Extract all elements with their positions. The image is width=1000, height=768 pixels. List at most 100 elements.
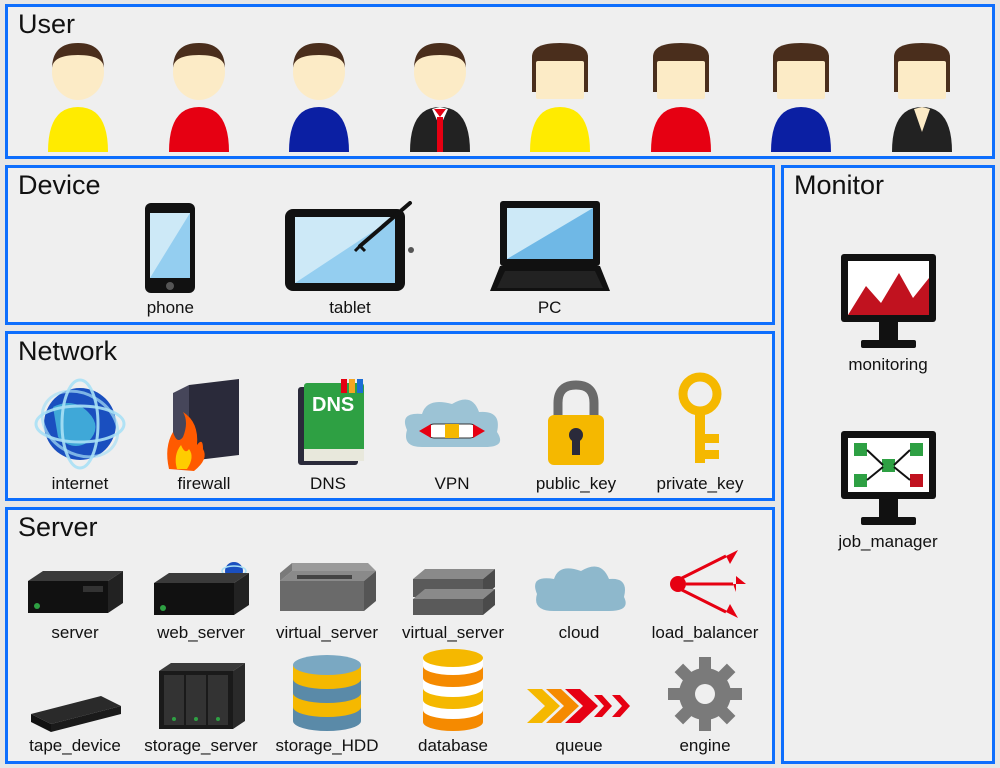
monitor-panel: Monitor monitoring bbox=[781, 165, 995, 764]
server-label: tape_device bbox=[29, 736, 121, 756]
network-public-key: public_key bbox=[521, 377, 631, 494]
server-label: cloud bbox=[559, 623, 600, 643]
network-label: internet bbox=[52, 474, 109, 494]
server-box-icon bbox=[23, 566, 128, 621]
tape-icon bbox=[23, 684, 128, 734]
server-label: storage_server bbox=[144, 736, 257, 756]
person-icon bbox=[872, 37, 972, 152]
monitor-monitoring: monitoring bbox=[831, 248, 946, 375]
user-avatar bbox=[149, 37, 249, 152]
cloud-icon bbox=[529, 561, 629, 621]
user-avatar bbox=[631, 37, 731, 152]
person-icon bbox=[390, 37, 490, 152]
network-vpn: VPN bbox=[397, 392, 507, 494]
user-panel: User bbox=[5, 4, 995, 159]
user-avatar bbox=[872, 37, 972, 152]
user-avatar bbox=[269, 37, 369, 152]
device-label: PC bbox=[538, 298, 562, 318]
job-manager-icon bbox=[831, 425, 946, 530]
device-row: phone tablet bbox=[8, 168, 772, 322]
device-label: phone bbox=[147, 298, 194, 318]
server-title: Server bbox=[18, 512, 98, 543]
network-label: firewall bbox=[178, 474, 231, 494]
server-label: web_server bbox=[157, 623, 245, 643]
virtual-server-icon bbox=[272, 561, 382, 621]
svg-text:DNS: DNS bbox=[312, 394, 354, 416]
network-label: VPN bbox=[435, 474, 470, 494]
device-panel: Device phone bbox=[5, 165, 775, 325]
device-phone: phone bbox=[115, 201, 225, 318]
network-label: private_key bbox=[657, 474, 744, 494]
network-row: internet firewall bbox=[8, 334, 772, 498]
server-server: server bbox=[13, 566, 138, 643]
network-dns: DNS DNS bbox=[273, 377, 383, 494]
key-icon bbox=[660, 372, 740, 472]
network-internet: internet bbox=[25, 377, 135, 494]
vpn-cloud-icon bbox=[397, 392, 507, 472]
monitoring-icon bbox=[831, 248, 946, 353]
globe-icon bbox=[33, 377, 128, 472]
hdd-stack-icon bbox=[285, 649, 370, 734]
phone-icon bbox=[135, 201, 205, 296]
device-title: Device bbox=[18, 170, 101, 201]
firewall-icon bbox=[159, 377, 249, 472]
network-label: DNS bbox=[310, 474, 346, 494]
server-label: virtual_server bbox=[276, 623, 378, 643]
virtual-server-icon bbox=[403, 561, 503, 621]
network-panel: Network internet bbox=[5, 331, 775, 501]
network-label: public_key bbox=[536, 474, 616, 494]
server-panel: Server server bbox=[5, 507, 775, 764]
dns-book-icon: DNS bbox=[286, 377, 371, 472]
network-title: Network bbox=[18, 336, 117, 367]
device-pc: PC bbox=[475, 196, 625, 318]
laptop-icon bbox=[475, 196, 625, 296]
network-private-key: private_key bbox=[645, 372, 755, 494]
server-grid: server web_server bbox=[8, 510, 772, 761]
server-label: queue bbox=[555, 736, 602, 756]
server-load-balancer: load_balancer bbox=[643, 546, 768, 643]
monitor-job-manager: job_manager bbox=[831, 425, 946, 552]
server-virtual-server-2: virtual_server bbox=[391, 561, 516, 643]
person-icon bbox=[751, 37, 851, 152]
monitor-label: job_manager bbox=[838, 532, 937, 552]
user-title: User bbox=[18, 9, 75, 40]
server-label: database bbox=[418, 736, 488, 756]
device-tablet: tablet bbox=[280, 201, 420, 318]
server-label: engine bbox=[679, 736, 730, 756]
server-label: storage_HDD bbox=[276, 736, 379, 756]
monitor-title: Monitor bbox=[794, 170, 884, 201]
monitor-label: monitoring bbox=[848, 355, 927, 375]
server-storage-server: storage_server bbox=[139, 659, 264, 756]
server-queue: queue bbox=[517, 679, 642, 756]
server-storage-hdd: storage_HDD bbox=[265, 649, 390, 756]
user-avatar bbox=[751, 37, 851, 152]
database-icon bbox=[416, 646, 491, 734]
person-icon bbox=[269, 37, 369, 152]
server-label: server bbox=[51, 623, 98, 643]
user-row bbox=[8, 7, 992, 156]
person-icon bbox=[28, 37, 128, 152]
server-tape: tape_device bbox=[13, 684, 138, 756]
server-cloud: cloud bbox=[517, 561, 642, 643]
tablet-icon bbox=[280, 201, 420, 296]
load-balancer-icon bbox=[658, 546, 753, 621]
server-virtual-server: virtual_server bbox=[265, 561, 390, 643]
padlock-icon bbox=[536, 377, 616, 472]
user-avatar bbox=[390, 37, 490, 152]
monitor-col: monitoring bbox=[784, 168, 992, 761]
device-label: tablet bbox=[329, 298, 371, 318]
server-web-server: web_server bbox=[139, 561, 264, 643]
server-database: database bbox=[391, 646, 516, 756]
storage-server-icon bbox=[151, 659, 251, 734]
web-server-icon bbox=[149, 561, 254, 621]
server-engine: engine bbox=[643, 654, 768, 756]
person-icon bbox=[631, 37, 731, 152]
user-avatar bbox=[510, 37, 610, 152]
server-label: load_balancer bbox=[652, 623, 759, 643]
network-firewall: firewall bbox=[149, 377, 259, 494]
queue-icon bbox=[522, 679, 637, 734]
person-icon bbox=[149, 37, 249, 152]
server-label: virtual_server bbox=[402, 623, 504, 643]
user-avatar bbox=[28, 37, 128, 152]
gear-icon bbox=[665, 654, 745, 734]
